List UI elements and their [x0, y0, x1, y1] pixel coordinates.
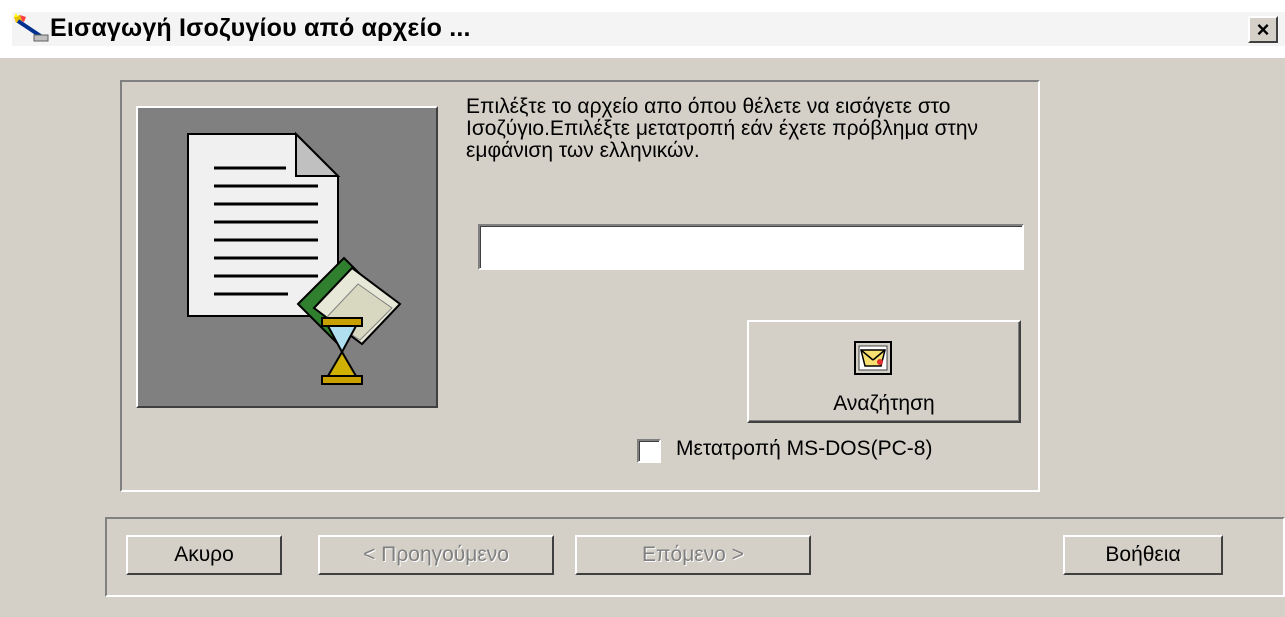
file-path-input[interactable]	[478, 224, 1024, 270]
help-button[interactable]: Βοήθεια	[1063, 535, 1223, 575]
convert-msdos-label[interactable]: Μετατροπή MS-DOS(PC-8)	[676, 437, 932, 461]
document-hourglass-icon	[187, 131, 402, 385]
cancel-button[interactable]: Ακυρο	[126, 535, 282, 575]
wizard-illustration-panel	[136, 106, 438, 408]
wand-icon	[12, 13, 50, 45]
next-button[interactable]: Επόμενο >	[575, 535, 811, 575]
search-button-label: Αναζήτηση	[833, 392, 935, 415]
instructions-text: Επιλέξτε το αρχείο απο όπου θέλετε να ει…	[466, 95, 978, 162]
search-button[interactable]: Αναζήτηση	[747, 320, 1021, 423]
previous-button[interactable]: < Προηγούμενο	[318, 535, 554, 575]
search-icon	[853, 340, 893, 376]
title-bar: Εισαγωγή Ισοζυγίου από αρχείο ... ×	[0, 0, 1285, 58]
close-button[interactable]: ×	[1248, 16, 1278, 43]
window-title: Εισαγωγή Ισοζυγίου από αρχείο ...	[50, 14, 471, 42]
close-icon: ×	[1256, 16, 1270, 42]
convert-msdos-checkbox[interactable]	[637, 439, 661, 463]
